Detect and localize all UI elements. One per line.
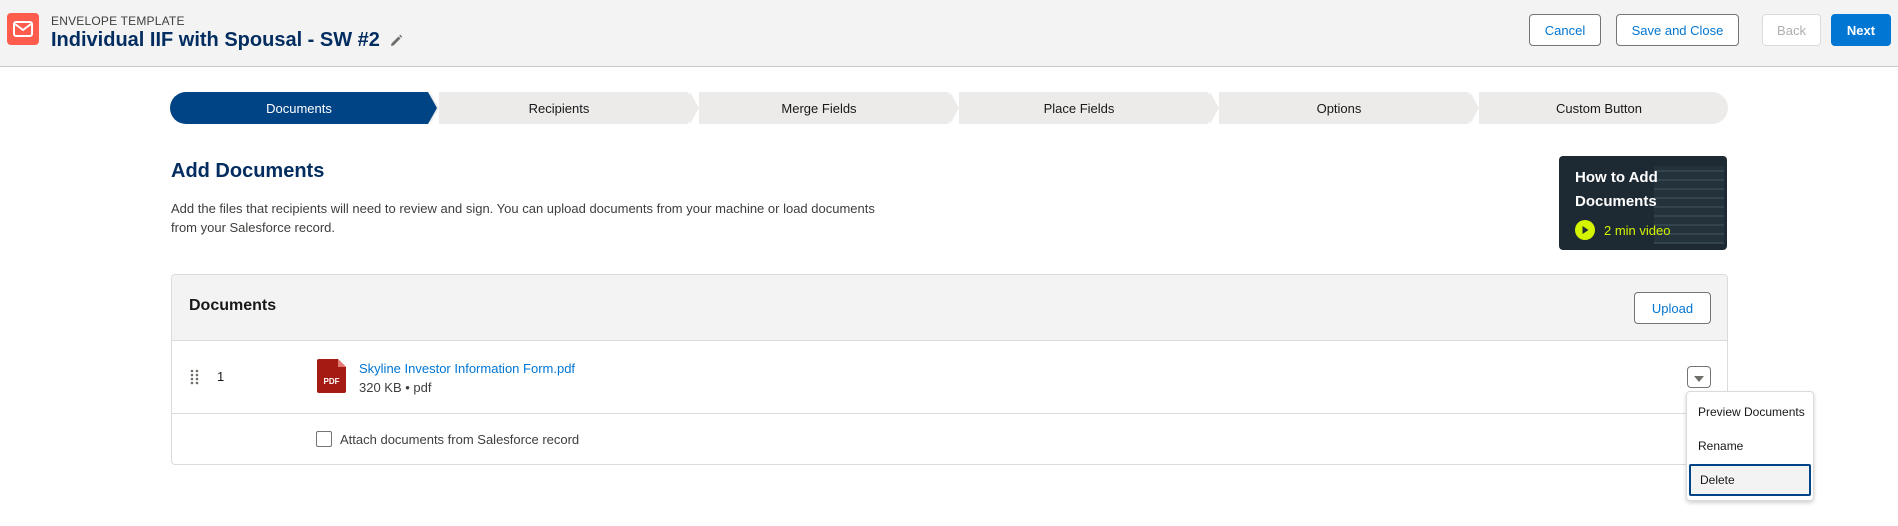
page-title: Individual IIF with Spousal - SW #2 (51, 29, 404, 52)
progress-path: Documents Recipients Merge Fields Place … (170, 92, 1728, 124)
path-step-merge-fields[interactable]: Merge Fields (690, 92, 957, 124)
document-name-link[interactable]: Skyline Investor Information Form.pdf (359, 361, 575, 376)
upload-button[interactable]: Upload (1634, 292, 1711, 324)
save-and-close-button[interactable]: Save and Close (1616, 14, 1739, 46)
envelope-icon (7, 13, 39, 45)
menu-item-delete[interactable]: Delete (1689, 464, 1811, 496)
path-step-documents[interactable]: Documents (170, 92, 437, 124)
back-button[interactable]: Back (1762, 14, 1821, 46)
video-title: How to Add Documents (1575, 169, 1658, 210)
documents-card: Documents Upload 1 PDF Skyline Investor … (171, 274, 1728, 465)
cancel-button[interactable]: Cancel (1529, 14, 1601, 46)
documents-card-title: Documents (189, 297, 277, 314)
app-header: ENVELOPE TEMPLATE Individual IIF with Sp… (0, 0, 1898, 67)
row-actions-button[interactable] (1687, 366, 1711, 388)
header-eyebrow: ENVELOPE TEMPLATE (51, 14, 185, 28)
section-description: Add the files that recipients will need … (171, 201, 875, 235)
next-button[interactable]: Next (1831, 14, 1891, 46)
pdf-badge-text: PDF (324, 377, 340, 386)
attach-salesforce-label[interactable]: Attach documents from Salesforce record (340, 432, 579, 447)
video-play-row[interactable]: 2 min video (1575, 220, 1670, 240)
document-index: 1 (217, 369, 225, 384)
path-step-recipients[interactable]: Recipients (430, 92, 697, 124)
video-duration: 2 min video (1604, 222, 1671, 238)
menu-item-rename[interactable]: Rename (1689, 430, 1811, 462)
menu-item-preview-documents[interactable]: Preview Documents (1689, 396, 1811, 428)
row-actions-menu: Preview Documents Rename Delete (1686, 391, 1814, 501)
attach-salesforce-checkbox[interactable] (316, 431, 332, 447)
chevron-down-icon (1694, 370, 1704, 385)
drag-handle-icon[interactable] (190, 369, 200, 385)
page-title-text: Individual IIF with Spousal - SW #2 (51, 29, 380, 51)
how-to-video-card[interactable]: How to Add Documents 2 min video (1559, 156, 1727, 250)
attach-row: Attach documents from Salesforce record (172, 414, 1727, 466)
play-icon[interactable] (1575, 220, 1595, 240)
document-meta: 320 KB • pdf (359, 380, 432, 395)
document-row: 1 PDF Skyline Investor Information Form.… (172, 341, 1727, 414)
documents-card-header: Documents Upload (172, 275, 1727, 341)
path-step-custom-button[interactable]: Custom Button (1470, 92, 1728, 124)
path-step-place-fields[interactable]: Place Fields (950, 92, 1217, 124)
pdf-file-icon: PDF (317, 359, 346, 393)
section-title: Add Documents (171, 160, 325, 182)
path-step-options[interactable]: Options (1210, 92, 1477, 124)
pencil-icon[interactable] (388, 33, 404, 49)
